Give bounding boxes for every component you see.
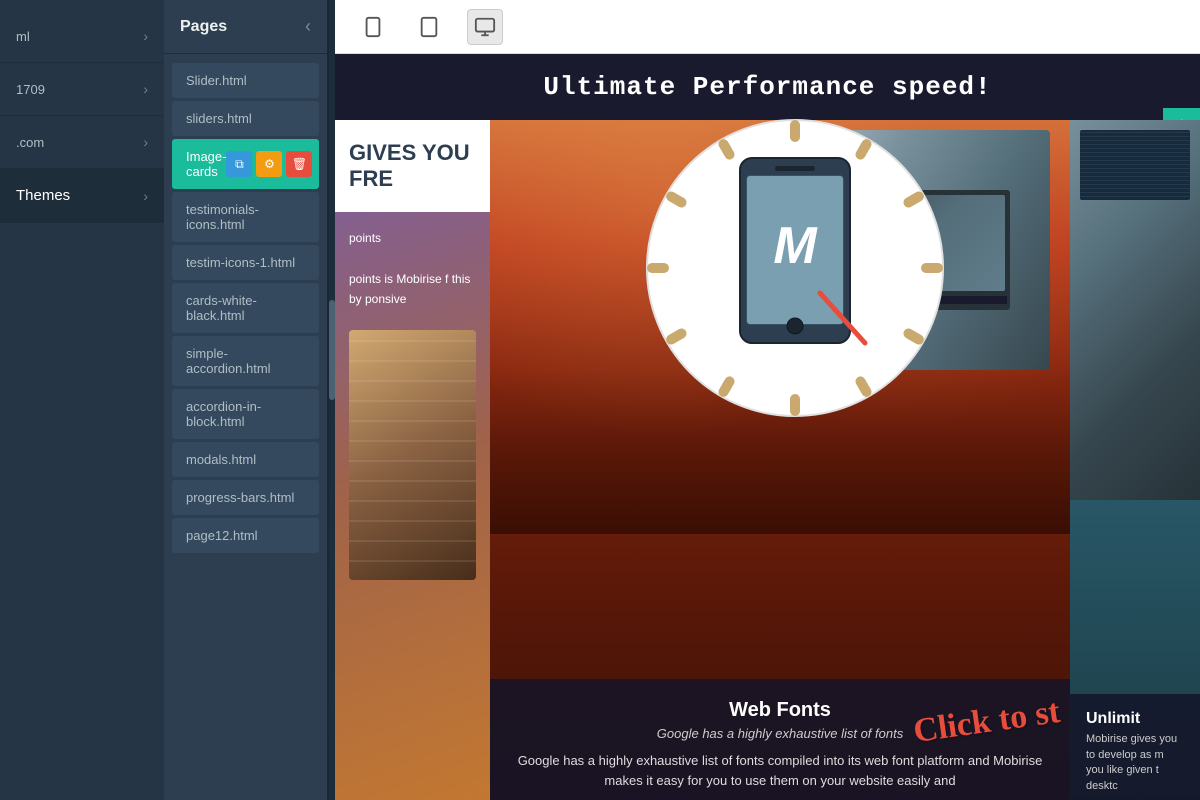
sidebar-label-3: .com bbox=[16, 135, 143, 150]
sidebar-item-themes[interactable]: Themes › bbox=[0, 169, 164, 223]
page-item-label-image-cards: Image-cards bbox=[186, 149, 226, 179]
sidebar: ml › 1709 › .com › Themes › bbox=[0, 0, 164, 800]
page-item-testim-icons-1[interactable]: testim-icons-1.html bbox=[172, 245, 319, 280]
pages-list: Slider.html sliders.html Image-cards ⧉ ⚙… bbox=[164, 54, 327, 800]
page-item-accordion-in-block[interactable]: accordion-in-block.html bbox=[172, 389, 319, 439]
sidebar-label-2: 1709 bbox=[16, 82, 143, 97]
banner-text: Ultimate Performance speed! bbox=[543, 72, 991, 102]
page-item-label-slider: Slider.html bbox=[186, 73, 247, 88]
left-column: GIVES YOU FRE points points is Mobirise … bbox=[335, 120, 490, 800]
right-column: Unlimit Mobirise gives you to develop as… bbox=[1070, 120, 1200, 800]
desktop-device-button[interactable] bbox=[467, 9, 503, 45]
chevron-icon-2: › bbox=[143, 81, 148, 97]
settings-icon: ⚙ bbox=[264, 157, 275, 171]
copy-icon: ⧉ bbox=[235, 157, 244, 172]
page-item-modals[interactable]: modals.html bbox=[172, 442, 319, 477]
copy-page-button[interactable]: ⧉ bbox=[226, 151, 252, 177]
gives-title: GIVES YOU FRE bbox=[349, 140, 470, 191]
page-item-label-accordion-in-block: accordion-in-block.html bbox=[186, 399, 261, 429]
page-item-label-testim-icons-1: testim-icons-1.html bbox=[186, 255, 295, 270]
right-card-title: Unlimit bbox=[1086, 710, 1184, 728]
sidebar-item-1[interactable]: ml › bbox=[0, 10, 164, 63]
spinner-ring: M bbox=[635, 108, 955, 428]
page-item-label-modals: modals.html bbox=[186, 452, 256, 467]
page-item-label-sliders: sliders.html bbox=[186, 111, 252, 126]
delete-icon: 🗑 bbox=[292, 157, 307, 171]
sidebar-label-themes: Themes bbox=[16, 187, 143, 204]
svg-text:M: M bbox=[773, 217, 818, 275]
sidebar-item-2[interactable]: 1709 › bbox=[0, 63, 164, 116]
toolbar bbox=[335, 0, 1200, 54]
page-item-progress-bars[interactable]: progress-bars.html bbox=[172, 480, 319, 515]
left-text: points points is Mobirise f this by pons… bbox=[349, 228, 476, 310]
gives-section: GIVES YOU FRE bbox=[335, 120, 490, 212]
page-item-testimonials-icons[interactable]: testimonials-icons.html bbox=[172, 192, 319, 242]
pages-close-button[interactable]: ‹ bbox=[305, 16, 311, 37]
notebook-photo bbox=[349, 330, 476, 580]
sidebar-label-1: ml bbox=[16, 29, 143, 44]
right-card-content: Unlimit Mobirise gives you to develop as… bbox=[1070, 694, 1200, 800]
page-item-label-simple-accordion: simple-accordion.html bbox=[186, 346, 271, 376]
page-item-label-progress-bars: progress-bars.html bbox=[186, 490, 294, 505]
chevron-icon-3: › bbox=[143, 134, 148, 150]
sidebar-item-3[interactable]: .com › bbox=[0, 116, 164, 169]
right-card-body: Mobirise gives you to develop as m you l… bbox=[1086, 732, 1184, 794]
page-settings-button[interactable]: ⚙ bbox=[256, 151, 282, 177]
delete-page-button[interactable]: 🗑 bbox=[286, 151, 312, 177]
page-item-page12[interactable]: page12.html bbox=[172, 518, 319, 553]
mobile-overlay: M bbox=[635, 108, 955, 428]
mobile-device-button[interactable] bbox=[355, 9, 391, 45]
page-item-actions: ⧉ ⚙ 🗑 bbox=[226, 151, 312, 177]
pages-title: Pages bbox=[180, 18, 227, 36]
page-item-label-page12: page12.html bbox=[186, 528, 258, 543]
preview-area: Ultimate Performance speed! t GIVES YOU … bbox=[335, 54, 1200, 800]
page-item-label-testimonials-icons: testimonials-icons.html bbox=[186, 202, 259, 232]
page-item-label-cards-white-black: cards-white-black.html bbox=[186, 293, 257, 323]
tablet-device-button[interactable] bbox=[411, 9, 447, 45]
pages-panel: Pages ‹ Slider.html sliders.html Image-c… bbox=[164, 0, 329, 800]
main-content: Ultimate Performance speed! t GIVES YOU … bbox=[335, 0, 1200, 800]
page-item-simple-accordion[interactable]: simple-accordion.html bbox=[172, 336, 319, 386]
page-item-image-cards[interactable]: Image-cards ⧉ ⚙ 🗑 bbox=[172, 139, 319, 189]
pages-header: Pages ‹ bbox=[164, 0, 327, 54]
chevron-icon-themes: › bbox=[143, 188, 148, 204]
webfonts-body: Google has a highly exhaustive list of f… bbox=[510, 751, 1050, 790]
page-item-cards-white-black[interactable]: cards-white-black.html bbox=[172, 283, 319, 333]
page-item-sliders[interactable]: sliders.html bbox=[172, 101, 319, 136]
page-item-slider[interactable]: Slider.html bbox=[172, 63, 319, 98]
chevron-icon-1: › bbox=[143, 28, 148, 44]
